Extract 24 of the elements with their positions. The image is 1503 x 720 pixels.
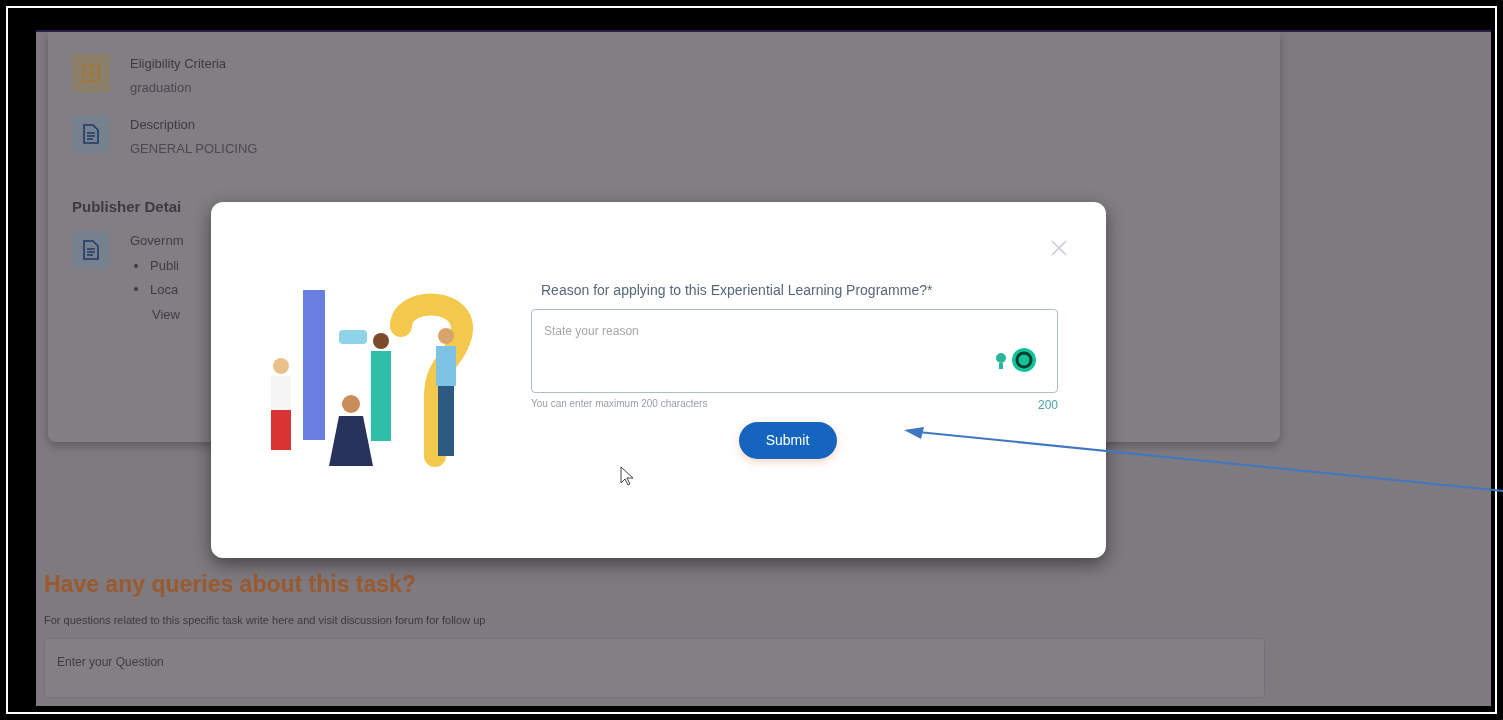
publisher-label: Governm xyxy=(130,231,184,250)
reason-label: Reason for applying to this Experiential Learning Programme?* xyxy=(540,281,934,300)
grammar-assistant-icon[interactable] xyxy=(1011,347,1037,373)
section-heading: Publisher Detai xyxy=(72,197,183,217)
queries-description: For questions related to this specific task write here and visit discussion forum for follow up xyxy=(44,612,487,628)
document-icon xyxy=(72,115,110,153)
lightbulb-icon[interactable] xyxy=(995,352,1007,370)
question-field[interactable]: Enter your Question xyxy=(44,638,1265,698)
publisher-item: Loca xyxy=(150,280,179,299)
detail-label: Eligibility Criteria xyxy=(130,55,227,73)
mouse-pointer-icon xyxy=(620,466,634,486)
submit-button[interactable]: Submit xyxy=(738,422,837,459)
grid-icon xyxy=(72,54,110,92)
queries-heading: Have any queries about this task? xyxy=(44,570,417,599)
character-counter: 200 xyxy=(1037,397,1058,414)
reason-textarea[interactable]: State your reason xyxy=(531,309,1058,393)
view-link[interactable]: View xyxy=(130,305,184,325)
close-icon[interactable] xyxy=(1051,240,1067,256)
detail-value: graduation xyxy=(130,78,193,97)
document-icon xyxy=(72,230,110,269)
character-limit-hint: You can enter maximum 200 characters xyxy=(531,397,708,411)
detail-label: Description xyxy=(130,116,197,134)
detail-value: GENERAL POLICING xyxy=(130,139,258,158)
publisher-item: Publi xyxy=(150,257,179,275)
